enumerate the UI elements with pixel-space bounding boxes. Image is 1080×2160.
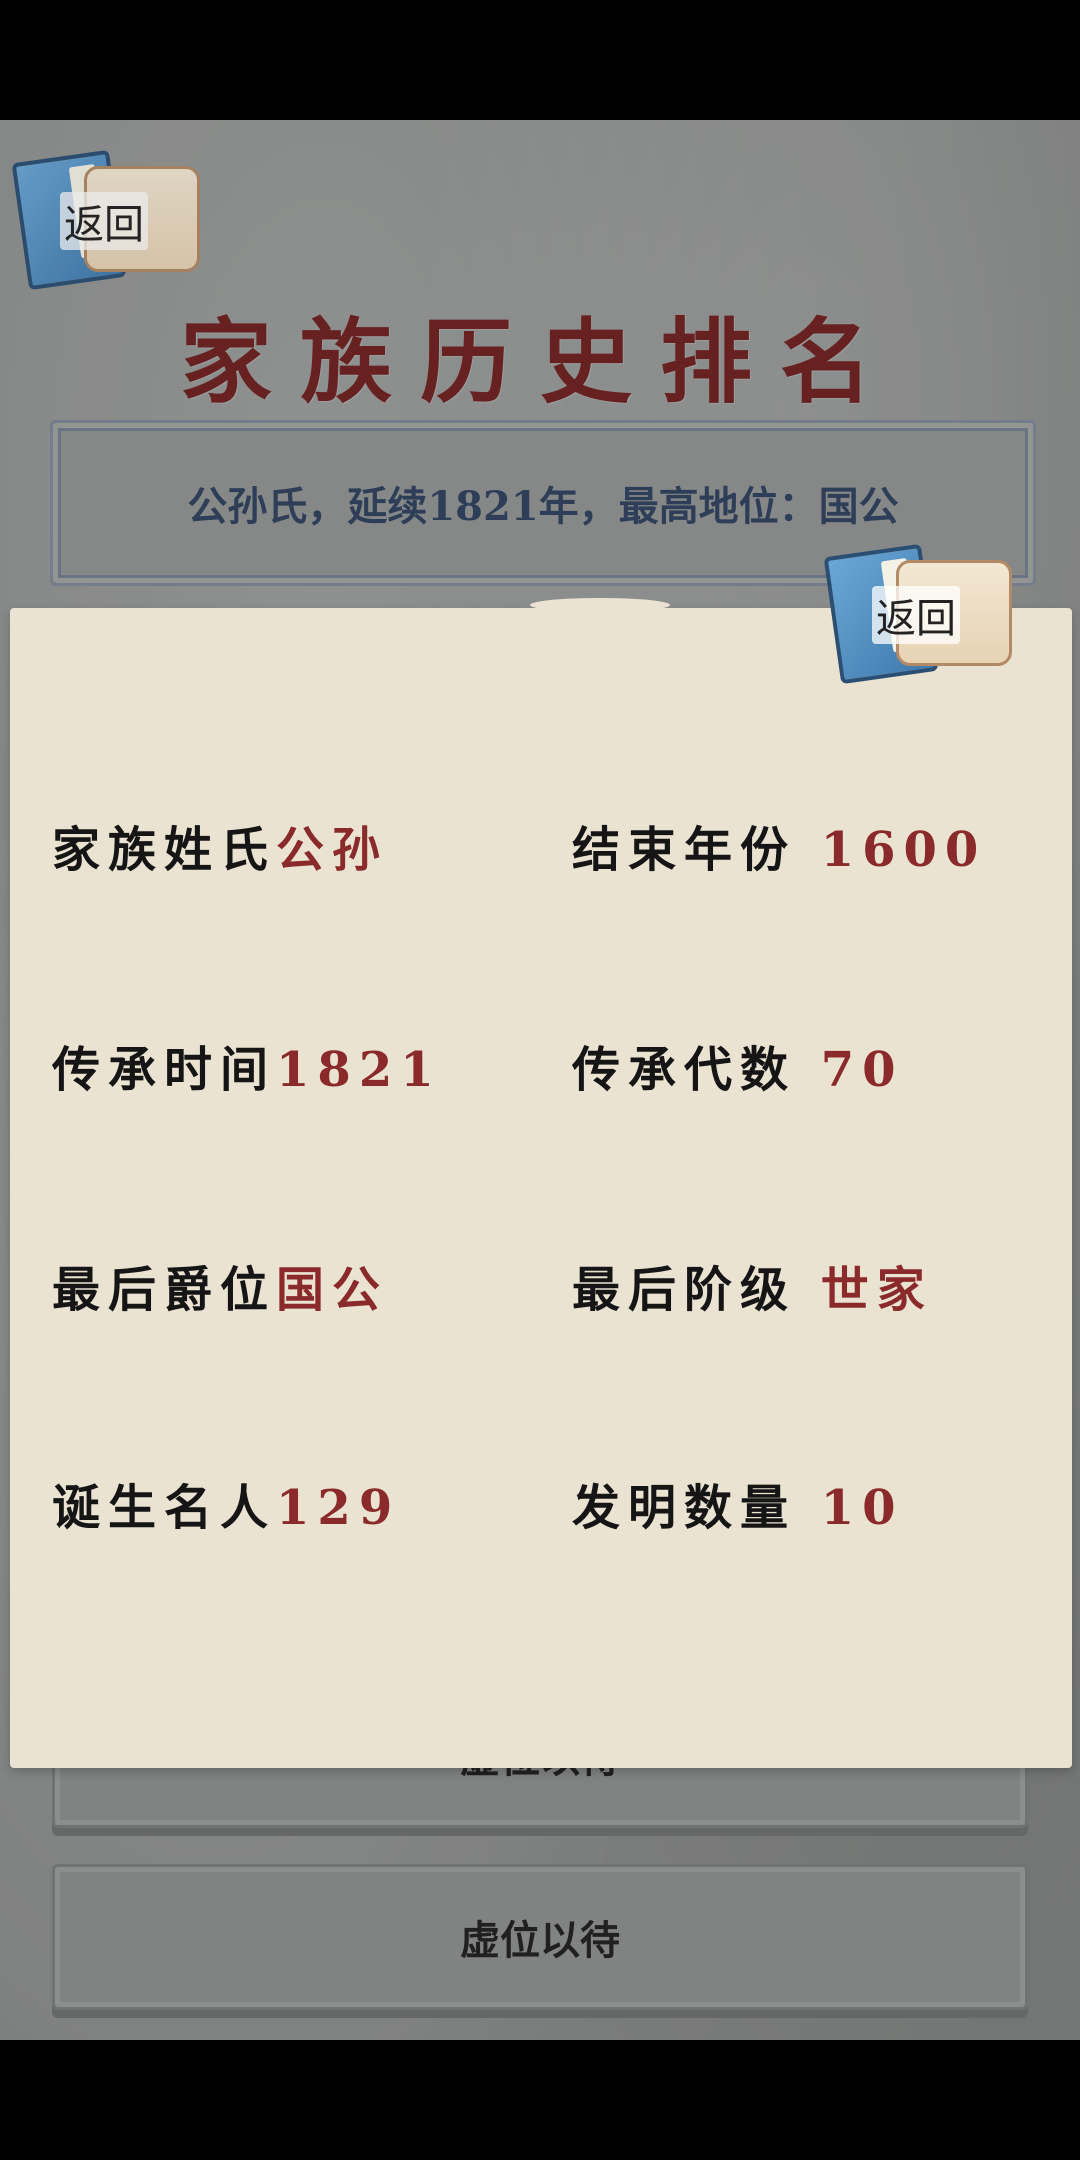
stat-last-title: 最后爵位国公 <box>52 1250 388 1320</box>
stat-value: 世家 <box>820 1262 933 1318</box>
stat-label: 发明数量 <box>572 1480 797 1536</box>
stat-label: 传承代数 <box>572 1042 797 1098</box>
stat-label: 最后爵位 <box>52 1262 277 1318</box>
stat-value: 129 <box>276 1480 401 1536</box>
stat-value: 70 <box>820 1042 904 1098</box>
stat-value: 1600 <box>820 822 987 878</box>
stat-value: 10 <box>820 1480 904 1536</box>
stat-end-year: 结束年份 1600 <box>572 810 986 880</box>
stat-label: 结束年份 <box>572 822 797 878</box>
stat-value: 1821 <box>276 1042 442 1098</box>
stat-inventions: 发明数量 10 <box>572 1468 904 1538</box>
navigation-bar <box>0 2040 1080 2160</box>
stat-surname: 家族姓氏公孙 <box>52 810 388 880</box>
family-detail-card: 家族姓氏公孙 结束年份 1600 传承时间1821 传承代数 70 最后爵位国公… <box>10 598 1072 1768</box>
game-screen: 返回 家族历史排名 公孙氏，延续1821年，最高地位：国公 虚位以待 虚位以待 … <box>0 120 1080 2040</box>
stat-inheritance-time: 传承时间1821 <box>52 1030 442 1100</box>
stat-label: 最后阶级 <box>572 1262 797 1318</box>
status-bar <box>0 0 1080 120</box>
close-button-label: 返回 <box>872 586 960 644</box>
stat-value: 国公 <box>276 1262 389 1318</box>
stat-last-class: 最后阶级 世家 <box>572 1250 933 1320</box>
stat-famous-people: 诞生名人129 <box>52 1468 400 1538</box>
stat-label: 诞生名人 <box>52 1480 277 1536</box>
detail-close-button[interactable]: 返回 <box>823 538 1016 688</box>
stat-label: 传承时间 <box>52 1042 277 1098</box>
stat-value: 公孙 <box>276 822 389 878</box>
stat-label: 家族姓氏 <box>52 822 277 878</box>
stat-generations: 传承代数 70 <box>572 1030 904 1100</box>
